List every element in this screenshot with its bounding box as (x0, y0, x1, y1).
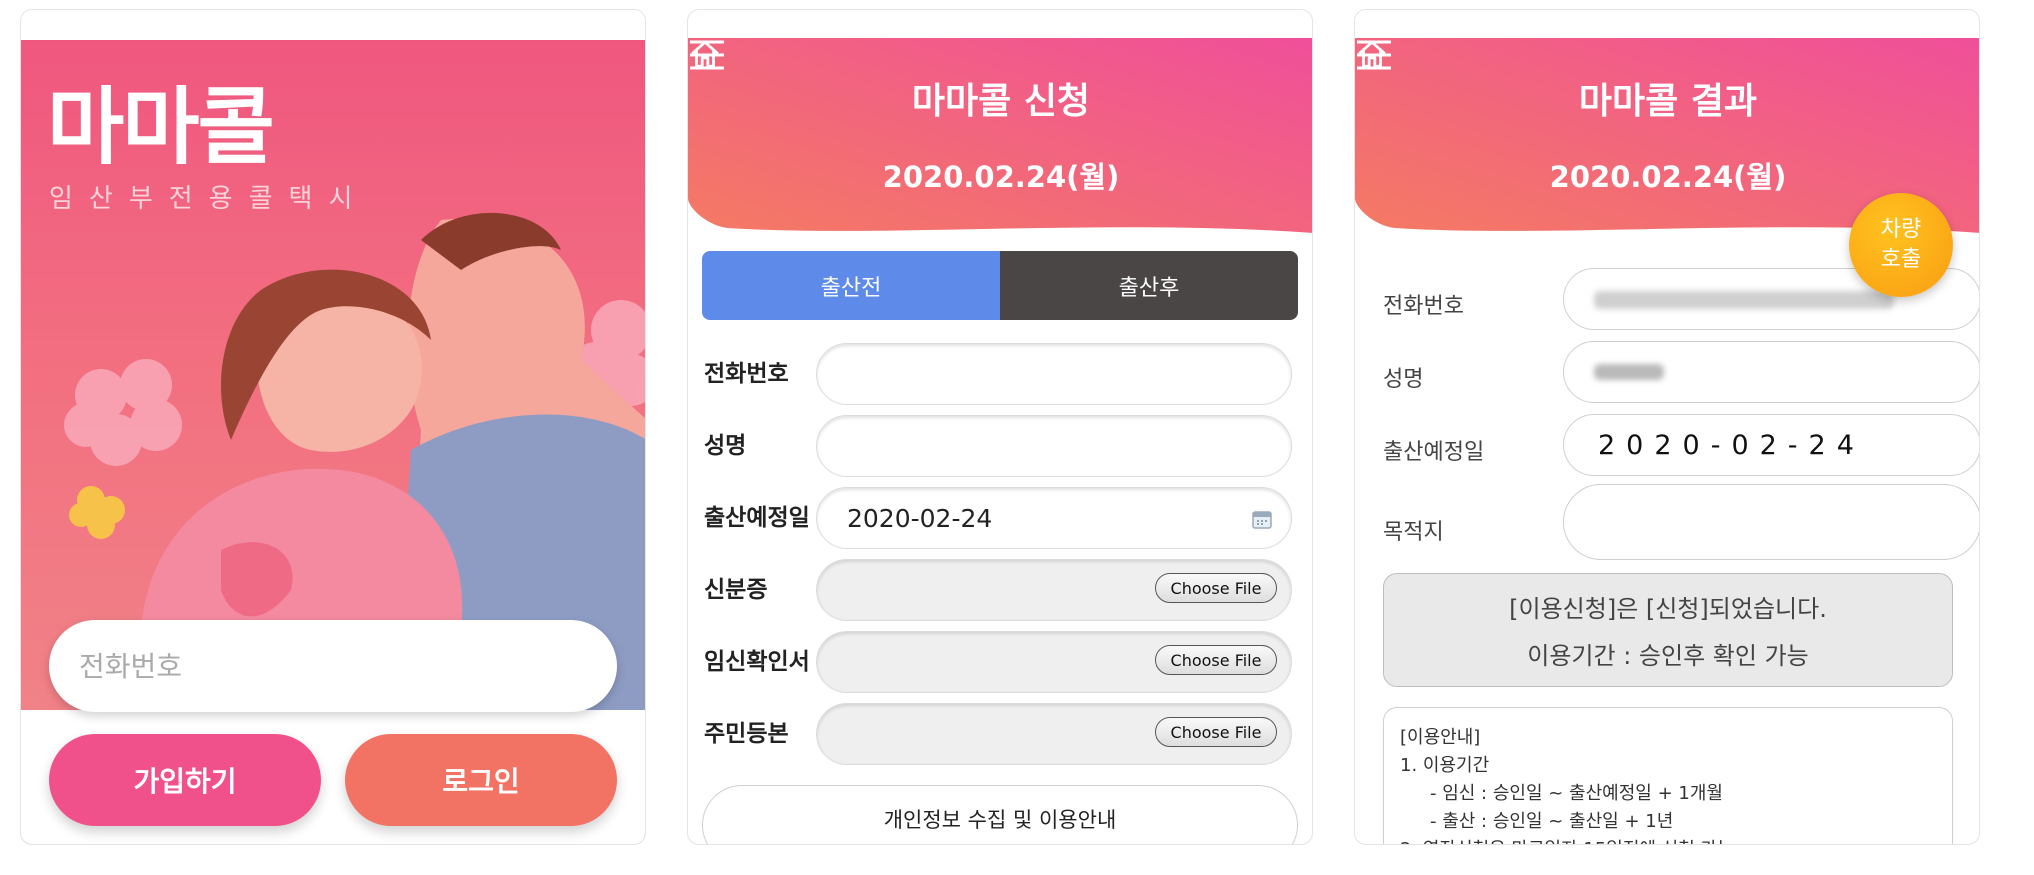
screen-apply: 마마콜 신청 2020.02.24(월) 출산전 출산후 전화번호 성명 출산예… (687, 9, 1313, 845)
status-box: [이용신청]은 [신청]되었습니다. 이용기간 : 승인후 확인 가능 (1383, 573, 1953, 687)
resident-reg-row: 주민등본 Choose File (704, 703, 1298, 765)
page-title: 마마콜 결과 (1578, 81, 1758, 122)
info-line: - 출산 : 승인일 ~ 출산일 + 1년 (1430, 811, 1674, 832)
calendar-icon[interactable] (1251, 508, 1273, 530)
name-field[interactable] (1563, 341, 1979, 403)
status-line2: 이용기간 : 승인후 확인 가능 (1527, 642, 1809, 670)
redacted-value (1594, 364, 1664, 380)
pregnancy-cert-label: 임신확인서 (704, 649, 810, 675)
pregnancy-cert-row: 임신확인서 Choose File (704, 631, 1298, 693)
phone-input-wrapper (49, 620, 617, 712)
header: 마마콜 결과 2020.02.24(월) (1355, 38, 1979, 233)
page-title: 마마콜 신청 (911, 81, 1091, 122)
header-date: 2020.02.24(월) (882, 160, 1120, 194)
choose-file-button[interactable]: Choose File (1155, 717, 1277, 747)
login-button[interactable]: 로그인 (345, 734, 617, 826)
due-date-label: 출산예정일 (704, 505, 810, 531)
info-line: - 임신 : 승인일 ~ 출산예정일 + 1개월 (1430, 783, 1723, 804)
join-button[interactable]: 가입하기 (49, 734, 321, 826)
phone-row: 전화번호 (704, 343, 1298, 405)
menu-icon[interactable] (1355, 38, 1393, 72)
destination-field[interactable] (1563, 484, 1979, 560)
phone-field[interactable] (816, 343, 1292, 405)
info-line: [이용안내] (1400, 727, 1481, 748)
tab-before-birth[interactable]: 출산전 (702, 251, 1000, 320)
due-date-value: 2020-02-24 (847, 504, 993, 533)
phone-label: 전화번호 (704, 361, 789, 387)
app-title: 마마콜 (47, 78, 275, 176)
due-date-field[interactable]: 2020-02-24 (1563, 414, 1979, 476)
info-line: 2. 연장신청은 만료일자 15일전에 신청 가능 (1400, 836, 1936, 844)
menu-icon[interactable] (688, 38, 726, 72)
privacy-info-button[interactable]: 개인정보 수집 및 이용안내 (702, 785, 1298, 844)
status-area (21, 10, 645, 40)
due-date-row: 출산예정일 2020-02-24 (704, 487, 1298, 549)
name-label: 성명 (704, 433, 747, 459)
call-button-line1: 차량 (1880, 217, 1922, 242)
call-button-line2: 호출 (1880, 247, 1922, 272)
redacted-value (1594, 291, 1894, 309)
name-row: 성명 (704, 415, 1298, 477)
header-background (688, 38, 1312, 233)
tab-after-birth[interactable]: 출산후 (1000, 251, 1298, 320)
header: 마마콜 신청 2020.02.24(월) (688, 38, 1312, 233)
name-field[interactable] (816, 415, 1292, 477)
name-label: 성명 (1383, 367, 1424, 392)
status-line1: [이용신청]은 [신청]되었습니다. (1509, 595, 1827, 623)
tab-bar: 출산전 출산후 (702, 251, 1298, 320)
call-vehicle-button[interactable]: 차량 호출 (1849, 193, 1953, 297)
id-card-row: 신분증 Choose File (704, 559, 1298, 621)
info-line: 1. 이용기간 (1400, 755, 1490, 776)
id-card-label: 신분증 (704, 577, 768, 603)
pregnancy-cert-file-field: Choose File (816, 631, 1292, 693)
id-card-file-field: Choose File (816, 559, 1292, 621)
screen-result: 마마콜 결과 2020.02.24(월) 전화번호 성명 출산예정일 2020-… (1354, 9, 1980, 845)
due-date-label: 출산예정일 (1383, 440, 1485, 465)
usage-info-box: [이용안내] 1. 이용기간 - 임신 : 승인일 ~ 출산예정일 + 1개월 … (1383, 707, 1953, 844)
phone-label: 전화번호 (1383, 294, 1464, 319)
screen-login: 마마콜 임산부전용콜택시 가입하기 로그인 (20, 9, 646, 845)
phone-input[interactable] (79, 649, 579, 683)
choose-file-button[interactable]: Choose File (1155, 573, 1277, 603)
choose-file-button[interactable]: Choose File (1155, 645, 1277, 675)
destination-label: 목적지 (1383, 520, 1444, 545)
due-date-field[interactable]: 2020-02-24 (816, 487, 1292, 549)
resident-reg-label: 주민등본 (704, 721, 789, 747)
header-date: 2020.02.24(월) (1549, 160, 1787, 194)
resident-reg-file-field: Choose File (816, 703, 1292, 765)
due-date-value: 2020-02-24 (1598, 430, 1865, 461)
